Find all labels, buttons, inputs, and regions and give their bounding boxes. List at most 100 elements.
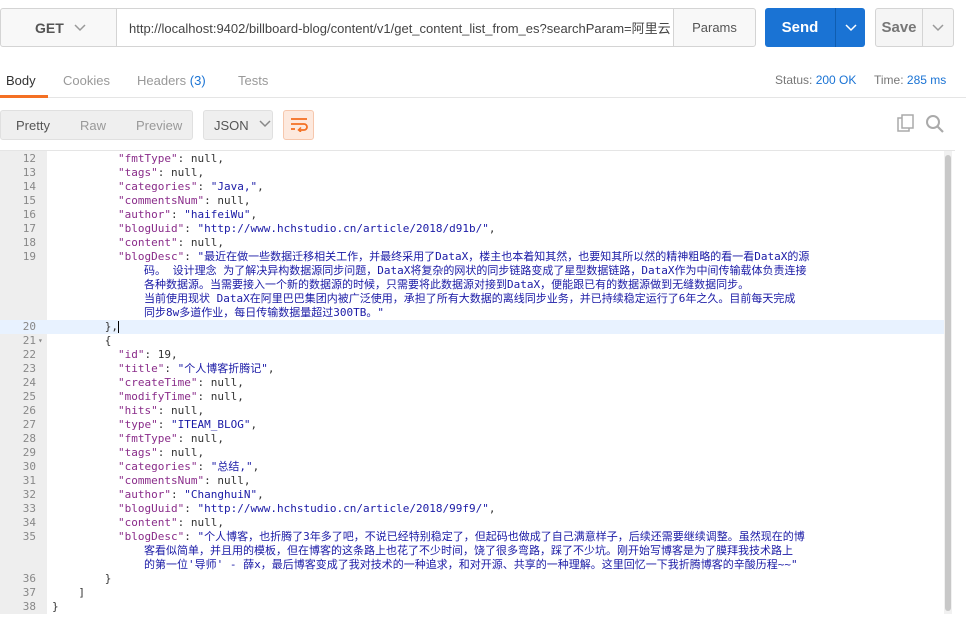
code-line: 24 "createTime": null, xyxy=(0,376,945,390)
json-colon: : xyxy=(157,418,171,431)
json-comma: , xyxy=(217,152,224,165)
json-value-continued: 客看似简单，并且用的模板，但在博客的这条路上也花了不少时间，饶了很多弯路，踩了不… xyxy=(144,544,793,557)
send-options-button[interactable] xyxy=(835,8,865,47)
code-line-wrapped: 的第一位'导师' - 薛x，最后博客变成了我对技术的一种追求，和对开源、共享的一… xyxy=(0,558,945,572)
json-colon: : xyxy=(184,530,198,543)
code-text: "blogDesc": "最近在做一些数据迁移相关工作，并最终采用了DataX，… xyxy=(118,250,809,264)
code-line: 36} xyxy=(0,572,945,586)
json-value: null xyxy=(171,404,198,417)
json-key: "blogUuid" xyxy=(118,502,185,515)
json-value: null xyxy=(190,432,218,445)
json-comma: , xyxy=(197,404,205,417)
json-key: "commentsNum" xyxy=(118,194,205,207)
code-line: 13 "tags": null, xyxy=(0,166,945,180)
code-line: 20}, xyxy=(0,320,945,334)
code-line: 27 "type": "ITEAM_BLOG", xyxy=(0,418,945,432)
line-number: 33 xyxy=(22,502,36,515)
line-number: 21 xyxy=(22,334,36,347)
line-number: 18 xyxy=(22,236,36,249)
json-value: "最近在做一些数据迁移相关工作，并最终采用了DataX，楼主也本着知其然，也要知… xyxy=(197,250,810,263)
code-line: 29 "tags": null, xyxy=(0,446,945,460)
method-select[interactable]: GET xyxy=(0,8,117,47)
json-key: "fmtType" xyxy=(118,432,178,445)
line-number: 20 xyxy=(22,320,36,333)
code-line-wrapped: 码。 设计理念 为了解决异构数据源同步问题，DataX将复杂的网状的同步链路变成… xyxy=(0,264,945,278)
json-colon: : xyxy=(204,194,218,207)
tab-cookies[interactable]: Cookies xyxy=(63,73,110,88)
json-value: "ITEAM_BLOG" xyxy=(171,418,251,431)
code-text: "content": null, xyxy=(118,236,224,250)
json-colon: : xyxy=(197,180,211,193)
json-punct: }, xyxy=(104,320,119,333)
json-punct: } xyxy=(104,572,112,585)
headers-count: (3) xyxy=(189,73,206,88)
json-key: "modifyTime" xyxy=(118,390,198,403)
line-number: 32 xyxy=(22,488,36,501)
vertical-scrollbar[interactable] xyxy=(945,155,951,611)
json-colon: : xyxy=(170,488,185,501)
tab-body[interactable]: Body xyxy=(6,73,36,88)
line-number: 16 xyxy=(22,208,36,221)
code-line: 14 "categories": "Java,", xyxy=(0,180,945,194)
wrap-lines-button[interactable] xyxy=(283,110,314,140)
json-comma: , xyxy=(250,418,258,431)
json-value: "总结," xyxy=(210,460,253,473)
code-text: "categories": "总结,", xyxy=(118,460,259,474)
chevron-down-icon xyxy=(74,21,86,35)
json-value-continued: 码。 设计理念 为了解决异构数据源同步问题，DataX将复杂的网状的同步链路变成… xyxy=(144,264,807,277)
line-number: 23 xyxy=(22,362,36,375)
json-comma: , xyxy=(252,460,260,473)
code-text: "blogDesc": "个人博客，也折腾了3年多了吧，不说已经特别稳定了，但起… xyxy=(118,530,805,544)
save-options-button[interactable] xyxy=(922,8,954,47)
json-comma: , xyxy=(217,236,224,249)
format-pretty-button[interactable]: Pretty xyxy=(16,118,50,133)
language-select[interactable]: JSON xyxy=(203,110,273,140)
line-number: 14 xyxy=(22,180,36,193)
json-value: "个人博客，也折腾了3年多了吧，不说已经特别稳定了，但起码也做成了自己满意样子，… xyxy=(197,530,805,543)
code-text: "type": "ITEAM_BLOG", xyxy=(118,418,257,432)
json-comma: , xyxy=(488,502,496,515)
json-comma: , xyxy=(237,376,244,389)
code-line: 34 "content": null, xyxy=(0,516,945,530)
code-text: "fmtType": null, xyxy=(118,152,224,166)
wrap-lines-icon xyxy=(290,116,308,135)
fold-toggle-icon[interactable]: ▾ xyxy=(38,334,46,348)
json-comma: , xyxy=(171,348,178,361)
code-line: 38} xyxy=(0,600,945,614)
search-icon[interactable] xyxy=(925,114,947,136)
code-line: 37] xyxy=(0,586,945,600)
line-number: 17 xyxy=(22,222,36,235)
line-number: 31 xyxy=(22,474,36,487)
json-colon: : xyxy=(197,460,211,473)
json-key: "author" xyxy=(118,208,171,221)
params-button[interactable]: Params xyxy=(673,8,756,47)
line-number: 34 xyxy=(22,516,36,529)
json-colon: : xyxy=(184,222,198,235)
code-line-wrapped: 客看似简单，并且用的模板，但在博客的这条路上也花了不少时间，饶了很多弯路，踩了不… xyxy=(0,544,945,558)
code-line: 35 "blogDesc": "个人博客，也折腾了3年多了吧，不说已经特别稳定了，… xyxy=(0,530,945,544)
line-number: 13 xyxy=(22,166,36,179)
code-line: 12 "fmtType": null, xyxy=(0,152,945,166)
code-text: "id": 19, xyxy=(118,348,178,362)
code-text: ] xyxy=(78,586,85,600)
format-raw-button[interactable]: Raw xyxy=(80,118,106,133)
line-number: 15 xyxy=(22,194,36,207)
json-colon: : xyxy=(204,474,218,487)
save-button[interactable]: Save xyxy=(875,8,923,47)
code-line: 16 "author": "haifeiWu", xyxy=(0,208,945,222)
tab-tests[interactable]: Tests xyxy=(238,73,268,88)
response-body-editor[interactable]: 12 "fmtType": null, 13 "tags": null, 14 "cate… xyxy=(0,150,955,614)
json-value: "个人博客折腾记" xyxy=(177,362,268,375)
json-value: "http://www.hchstudio.cn/article/2018/d9… xyxy=(197,222,489,235)
method-label: GET xyxy=(35,19,64,36)
code-text: "hits": null, xyxy=(118,404,204,418)
json-key: "content" xyxy=(118,516,178,529)
tab-headers[interactable]: Headers (3) xyxy=(137,73,206,88)
copy-icon[interactable] xyxy=(896,114,918,136)
format-preview-button[interactable]: Preview xyxy=(136,118,182,133)
url-input[interactable]: http://localhost:9402/billboard-blog/con… xyxy=(116,8,674,47)
send-button[interactable]: Send xyxy=(765,8,835,47)
code-text: "fmtType": null, xyxy=(118,432,224,446)
status-value: 200 OK xyxy=(815,73,857,87)
json-comma: , xyxy=(257,180,264,193)
